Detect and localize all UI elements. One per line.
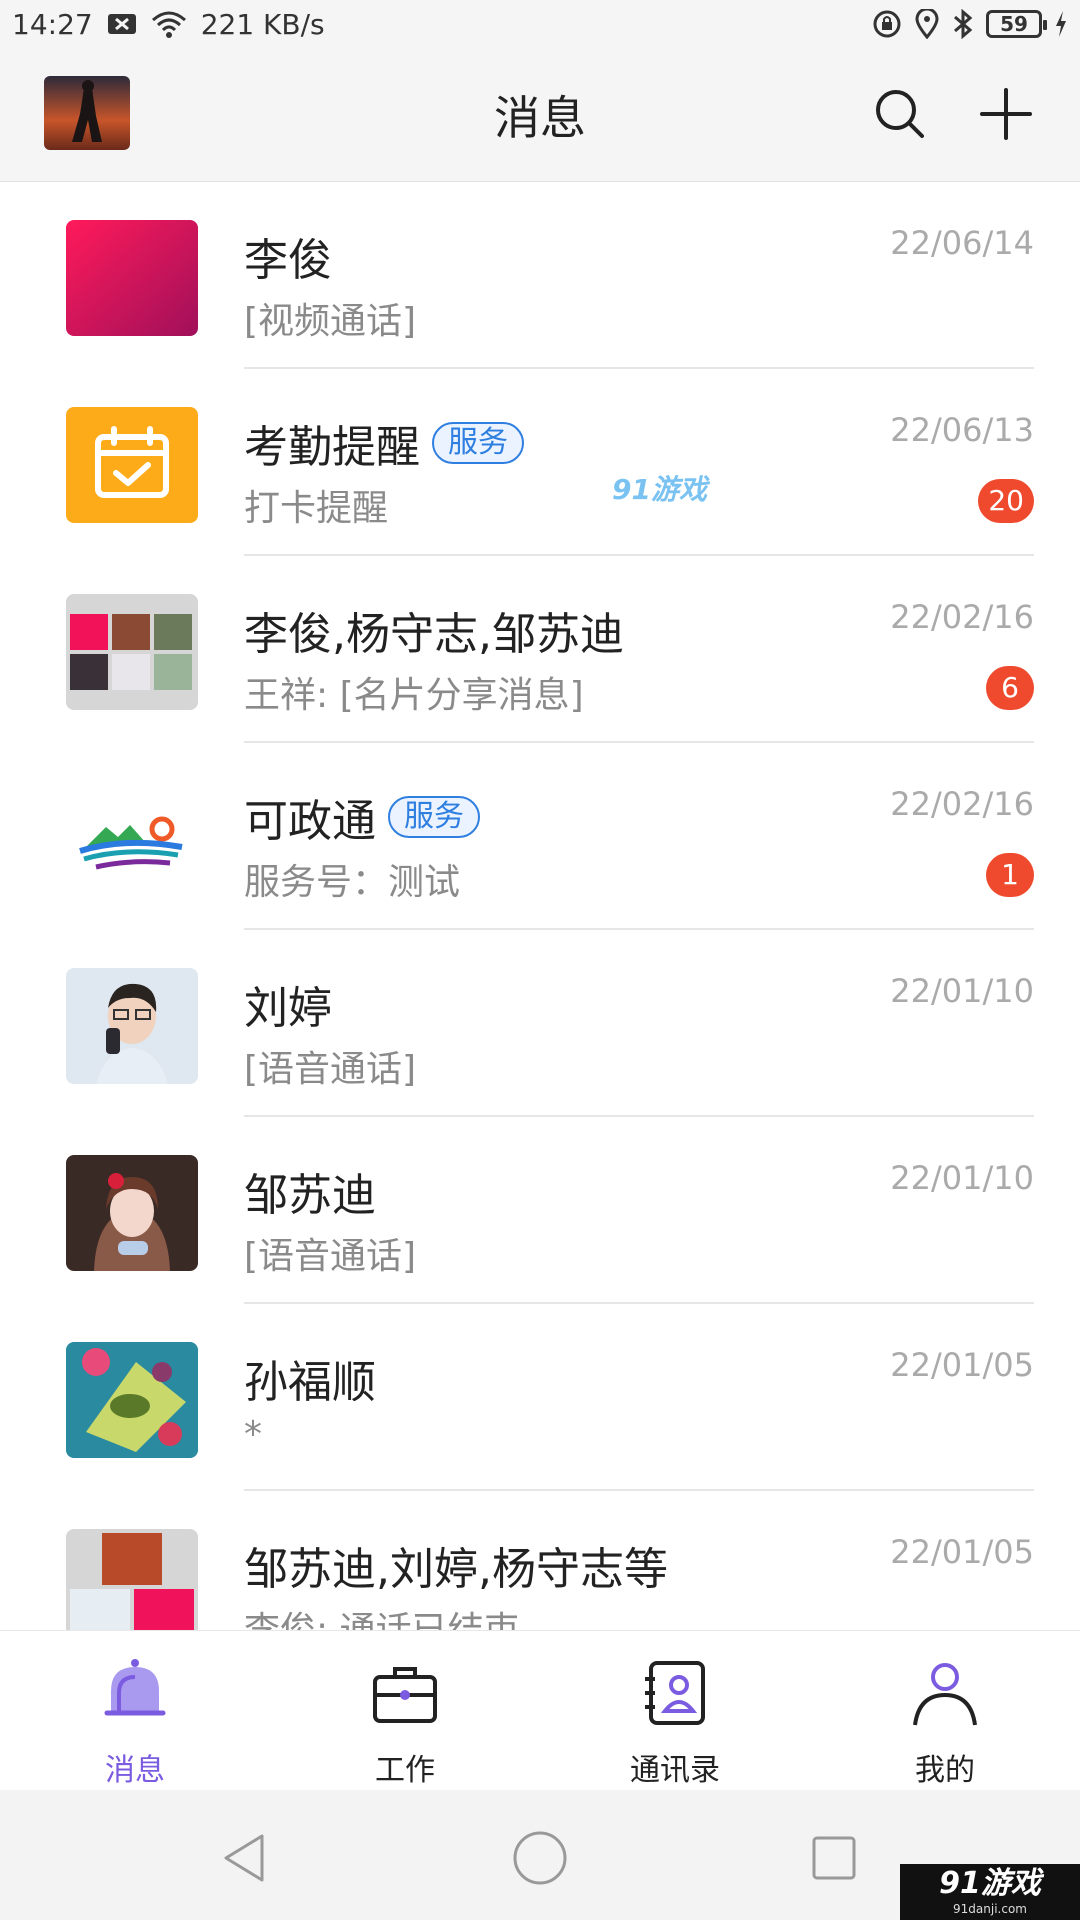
conversation-name: 可政通 — [244, 796, 376, 847]
conversation-item[interactable]: 考勤提醒 服务 打卡提醒 22/06/13 20 — [0, 369, 1080, 556]
system-nav-bar: 91游戏 91danji.com — [0, 1790, 1080, 1920]
conversation-date: 22/01/05 — [890, 1346, 1034, 1384]
watermark-corner-title: 91游戏 — [939, 1866, 1041, 1901]
back-icon[interactable] — [216, 1830, 276, 1886]
tab-contacts[interactable]: 通讯录 — [540, 1631, 810, 1790]
conversation-name: 邹苏迪 — [244, 1170, 376, 1221]
conversation-preview: [语音通话] — [244, 1236, 417, 1277]
conversation-item[interactable]: 孙福顺 * 22/01/05 — [0, 1304, 1080, 1491]
tab-label: 我的 — [915, 1753, 975, 1788]
conversation-date: 22/01/10 — [890, 1159, 1034, 1197]
unread-badge: 6 — [986, 666, 1034, 710]
unread-badge: 20 — [978, 479, 1034, 523]
service-logo-icon — [66, 781, 198, 897]
conversation-item[interactable]: 邹苏迪 [语音通话] 22/01/10 — [0, 1117, 1080, 1304]
recents-icon[interactable] — [804, 1830, 864, 1886]
tab-work[interactable]: 工作 — [270, 1631, 540, 1790]
conversation-name: 孙福顺 — [244, 1357, 376, 1408]
service-tag: 服务 — [432, 422, 524, 464]
conversation-date: 22/02/16 — [890, 598, 1034, 636]
profile-icon — [907, 1655, 983, 1731]
wifi-icon — [151, 10, 187, 38]
conversation-item[interactable]: 刘婷 [语音通话] 22/01/10 — [0, 930, 1080, 1117]
notification-icon — [107, 13, 137, 35]
conversation-item[interactable]: 李俊,杨守志,邹苏迪 王祥: [名片分享消息] 22/02/16 6 — [0, 556, 1080, 743]
conversation-item[interactable]: 邹苏迪,刘婷,杨守志等 李俊: 通话已结束 22/01/05 — [0, 1491, 1080, 1630]
watermark-corner: 91游戏 91danji.com — [900, 1864, 1080, 1920]
service-tag: 服务 — [388, 796, 480, 838]
battery-level: 59 — [1000, 12, 1028, 36]
group-avatar — [66, 594, 198, 710]
briefcase-icon — [367, 1655, 443, 1731]
tab-me[interactable]: 我的 — [810, 1631, 1080, 1790]
contacts-icon — [637, 1655, 713, 1731]
conversation-name: 刘婷 — [244, 983, 332, 1034]
avatar — [66, 968, 198, 1084]
conversation-name: 考勤提醒 — [244, 422, 420, 473]
network-speed: 221 KB/s — [200, 7, 325, 41]
conversation-preview: 王祥: [名片分享消息] — [244, 675, 584, 716]
conversation-preview: [视频通话] — [244, 301, 417, 342]
lock-rotate-icon — [872, 9, 902, 39]
conversation-date: 22/02/16 — [890, 785, 1034, 823]
home-icon[interactable] — [510, 1830, 570, 1886]
conversation-date: 22/01/05 — [890, 1533, 1034, 1571]
avatar — [66, 1155, 198, 1271]
conversation-preview: 打卡提醒 — [244, 488, 389, 529]
status-time: 14:27 — [12, 7, 93, 41]
bell-icon — [97, 1655, 173, 1731]
tab-messages[interactable]: 消息 — [0, 1631, 270, 1790]
tab-label: 通讯录 — [630, 1753, 720, 1788]
battery-icon: 59 — [986, 10, 1047, 38]
calendar-check-icon — [66, 407, 198, 523]
conversation-preview: 李俊: 通话已结束 — [244, 1601, 520, 1630]
conversation-preview: 服务号：测试 — [244, 862, 461, 903]
conversation-name: 李俊,杨守志,邹苏迪 — [244, 609, 624, 660]
unread-badge: 1 — [986, 853, 1034, 897]
bottom-nav: 消息 工作 通讯录 我的 — [0, 1630, 1080, 1790]
charging-icon — [1054, 10, 1068, 38]
bluetooth-icon — [952, 9, 974, 39]
location-icon — [914, 9, 940, 39]
conversation-name: 邹苏迪,刘婷,杨守志等 — [244, 1544, 668, 1595]
conversation-list: 李俊 [视频通话] 22/06/14 考勤提醒 服务 打卡提醒 22/06/13… — [0, 182, 1080, 1630]
watermark-corner-url: 91danji.com — [953, 1902, 1027, 1916]
group-avatar — [66, 1529, 198, 1630]
plus-icon[interactable] — [978, 86, 1034, 142]
avatar — [66, 1342, 198, 1458]
tab-label: 工作 — [375, 1753, 435, 1788]
status-bar: 14:27 221 KB/s 59 — [0, 0, 1080, 48]
watermark: 91游戏 — [612, 473, 707, 506]
search-icon[interactable] — [872, 86, 928, 142]
avatar — [66, 220, 198, 336]
conversation-date: 22/06/13 — [890, 411, 1034, 449]
conversation-date: 22/01/10 — [890, 972, 1034, 1010]
conversation-preview: [语音通话] — [244, 1049, 417, 1090]
tab-label: 消息 — [105, 1753, 165, 1788]
conversation-item[interactable]: 可政通 服务 服务号：测试 22/02/16 1 — [0, 743, 1080, 930]
app-header: 消息 — [0, 48, 1080, 182]
conversation-date: 22/06/14 — [890, 224, 1034, 262]
conversation-name: 李俊 — [244, 235, 332, 286]
conversation-preview: * — [244, 1414, 262, 1455]
conversation-item[interactable]: 李俊 [视频通话] 22/06/14 — [0, 182, 1080, 369]
